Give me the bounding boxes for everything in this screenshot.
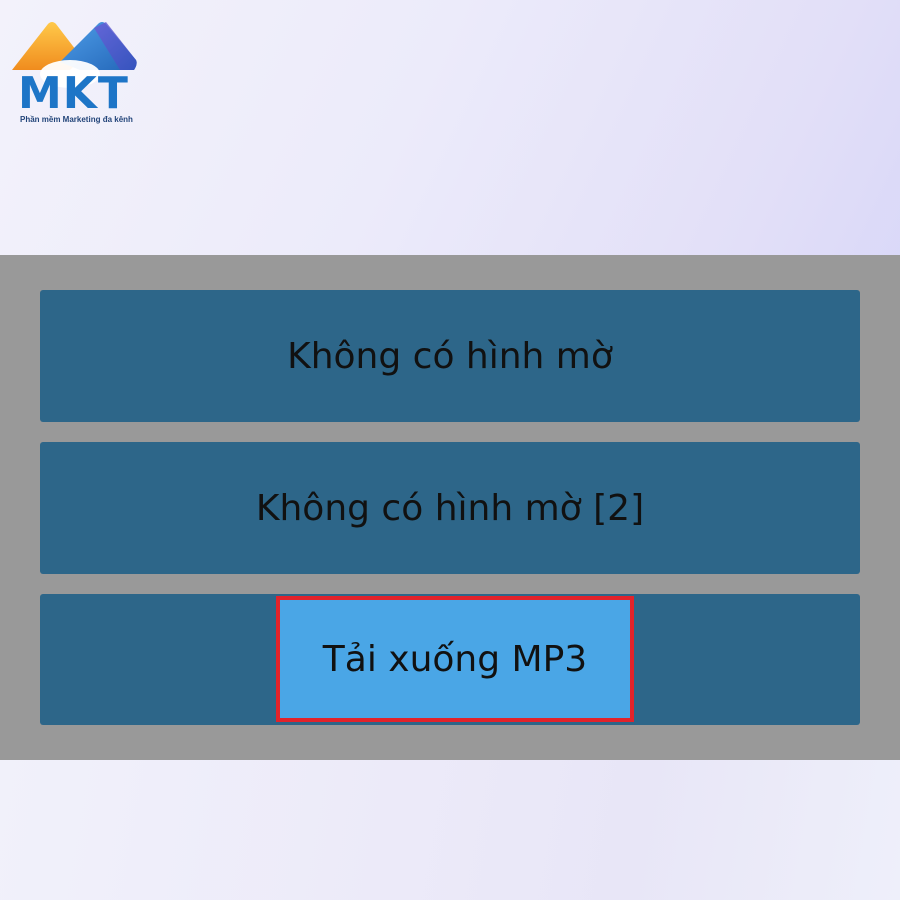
menu-item-label: Không có hình mờ [2]: [255, 487, 645, 529]
menu-item-label: Không có hình mờ: [287, 335, 613, 377]
menu-item-no-watermark[interactable]: Không có hình mờ: [40, 290, 860, 422]
background-bottom: [0, 760, 900, 900]
menu-item-no-watermark-2[interactable]: Không có hình mờ [2]: [40, 442, 860, 574]
menu-item-label: Tải xuống MP3: [322, 638, 588, 680]
download-mp3-button[interactable]: Tải xuống MP3: [276, 596, 634, 722]
logo-tagline: Phần mềm Marketing đa kênh: [20, 115, 133, 124]
menu-panel: Không có hình mờ Không có hình mờ [2] Tả…: [0, 255, 900, 760]
logo-text: MKT: [18, 68, 129, 119]
menu-item-download-mp3-row[interactable]: Tải xuống MP3: [40, 594, 860, 725]
mkt-logo: MKT Phần mềm Marketing đa kênh: [10, 18, 140, 128]
